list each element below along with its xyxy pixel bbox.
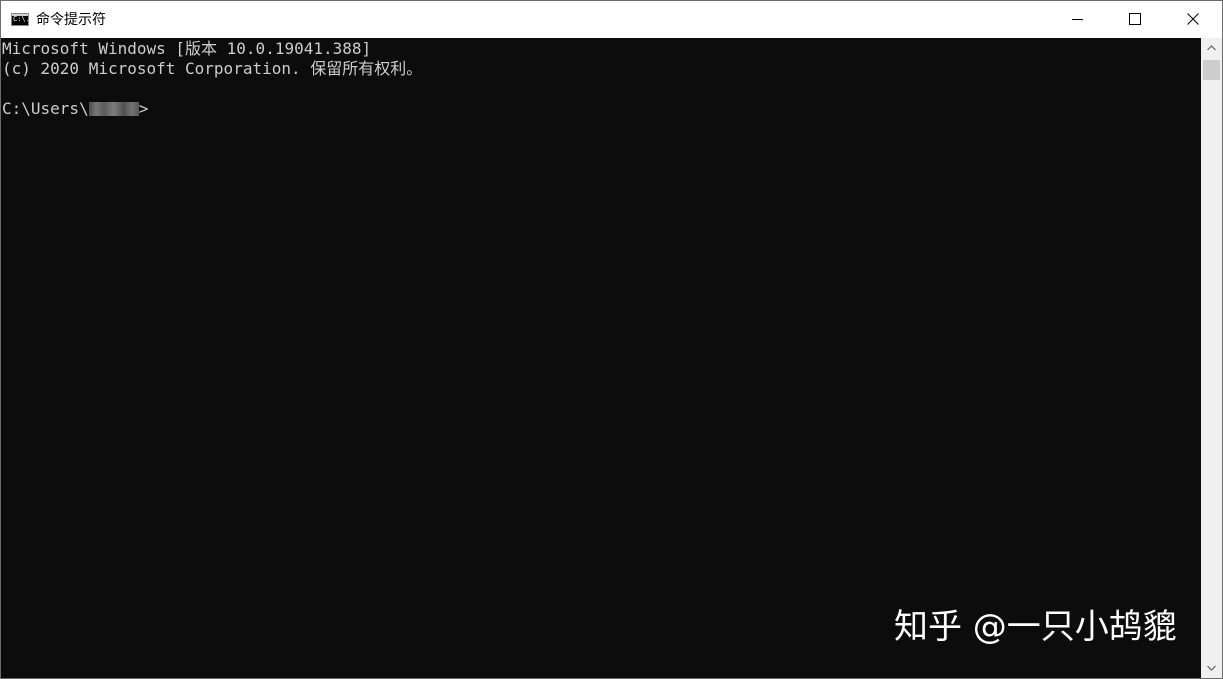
cmd-window: C:\. 命令提示符 Microsoft Windows [版本 10.0.19… xyxy=(0,0,1223,679)
scrollbar-thumb[interactable] xyxy=(1203,60,1220,80)
console-prompt[interactable]: C:\Users\ > xyxy=(2,99,148,119)
maximize-button[interactable] xyxy=(1106,1,1164,38)
close-icon xyxy=(1187,13,1199,25)
chevron-up-icon xyxy=(1207,45,1216,51)
prompt-caret: > xyxy=(138,99,149,118)
vertical-scrollbar[interactable] xyxy=(1201,38,1222,678)
chevron-down-icon xyxy=(1207,665,1216,671)
console-line-copyright: (c) 2020 Microsoft Corporation. 保留所有权利。 xyxy=(2,59,423,78)
prompt-path: C:\Users\ xyxy=(2,99,89,118)
console-line-version: Microsoft Windows [版本 10.0.19041.388] xyxy=(2,39,372,58)
window-title: 命令提示符 xyxy=(36,12,106,28)
watermark: 知乎 @一只小鸪貔 xyxy=(894,607,1177,647)
minimize-button[interactable] xyxy=(1048,1,1106,38)
console-output[interactable]: Microsoft Windows [版本 10.0.19041.388] (c… xyxy=(1,38,1201,678)
close-button[interactable] xyxy=(1164,1,1222,38)
maximize-icon xyxy=(1129,13,1141,25)
cmd-icon[interactable]: C:\. xyxy=(11,13,29,26)
scroll-down-button[interactable] xyxy=(1201,658,1222,678)
cmd-icon-label: C:\. xyxy=(13,15,29,23)
minimize-icon xyxy=(1072,19,1083,20)
redacted-username xyxy=(88,102,139,116)
title-bar[interactable]: C:\. 命令提示符 xyxy=(1,1,1222,38)
scroll-up-button[interactable] xyxy=(1201,38,1222,58)
